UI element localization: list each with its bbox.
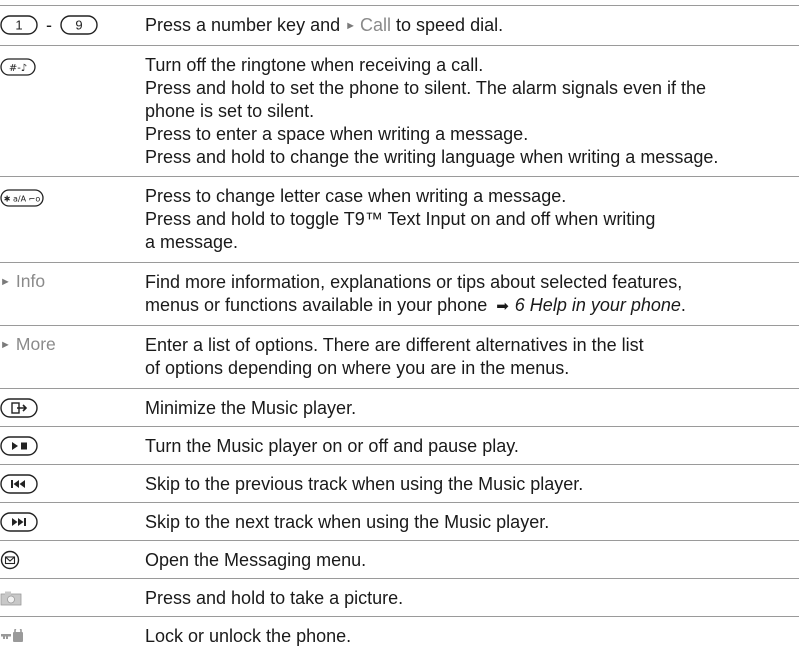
row-next-track-key: Skip to the next track when using the Mu… [0, 502, 799, 540]
description-line: Enter a list of options. There are diffe… [145, 335, 644, 355]
row-description: Turn the Music player on or off and paus… [145, 427, 799, 466]
softkey-arrow-icon: ► [0, 276, 11, 288]
description-line: Skip to the next track when using the Mu… [145, 512, 550, 532]
row-minimize-key: Minimize the Music player. [0, 388, 799, 426]
row-description: Press a number key and ► Call to speed di… [145, 6, 799, 48]
row-more-softkey: ► More Enter a list of options. There are… [0, 325, 799, 388]
softkey-arrow-icon: ► [0, 339, 11, 351]
row-star-key: ✱ a/A ⌐o Press to change letter case whe… [0, 176, 799, 262]
row-play-pause-key: Turn the Music player on or off and paus… [0, 426, 799, 464]
key-cell [0, 503, 145, 532]
svg-text:✱ a/A ⌐o: ✱ a/A ⌐o [4, 195, 41, 204]
description-line: Press and hold to set the phone to silen… [145, 78, 707, 98]
description-line: menus or functions available in your pho… [145, 295, 686, 315]
description-line: Find more information, explanations or t… [145, 272, 683, 292]
row-hash-key: #-♪ Turn off the ringtone when receiving… [0, 45, 799, 176]
reference-arrow-icon: ➡ [496, 298, 509, 315]
row-description: Find more information, explanations or t… [145, 263, 799, 326]
row-description: Press to change letter case when writing… [145, 177, 799, 262]
messaging-key-icon [0, 550, 20, 570]
row-description: Open the Messaging menu. [145, 541, 799, 580]
key-cell [0, 427, 145, 456]
key-cell: ► Info [0, 263, 145, 296]
description-line: of options depending on where you are in… [145, 358, 570, 378]
description-line: Lock or unlock the phone. [145, 626, 352, 646]
description-line: Skip to the previous track when using th… [145, 474, 584, 494]
camera-key-icon [0, 590, 22, 606]
call-softkey: ► Call [345, 15, 392, 35]
svg-text:#-♪: #-♪ [9, 63, 27, 74]
row-speed-dial: 1 - 9 Press a number key and ► Call to sp… [0, 5, 799, 45]
description-line: phone is set to silent. [145, 101, 315, 121]
row-description: Skip to the previous track when using th… [145, 465, 799, 504]
description-line: Minimize the Music player. [145, 398, 357, 418]
key-cell [0, 617, 145, 643]
row-lock-key: Lock or unlock the phone. [0, 616, 799, 654]
minimize-key-icon [0, 398, 38, 418]
key-cell [0, 389, 145, 418]
description-line: Open the Messaging menu. [145, 550, 367, 570]
description-line: Press and hold to change the writing lan… [145, 147, 719, 167]
star-key-icon: ✱ a/A ⌐o [0, 189, 44, 207]
more-softkey: ► More [0, 334, 56, 354]
previous-track-key-icon [0, 474, 38, 494]
lock-key-icon [0, 629, 24, 643]
description-line: Turn the Music player on or off and paus… [145, 436, 519, 456]
key-cell [0, 465, 145, 494]
key-1-icon: 1 [0, 15, 38, 35]
next-track-key-icon [0, 512, 38, 532]
info-softkey: ► Info [0, 271, 46, 291]
description-line: Press to change letter case when writing… [145, 186, 567, 206]
key-cell: ✱ a/A ⌐o [0, 177, 145, 207]
row-description: Lock or unlock the phone. [145, 617, 799, 656]
row-description: Press and hold to take a picture. [145, 579, 799, 618]
key-cell: #-♪ [0, 46, 145, 76]
description-line: Turn off the ringtone when receiving a c… [145, 55, 484, 75]
row-messaging-key: Open the Messaging menu. [0, 540, 799, 578]
key-cell: ► More [0, 326, 145, 359]
key-cell [0, 579, 145, 606]
svg-text:1: 1 [15, 18, 22, 33]
key-cell [0, 541, 145, 570]
key-9-icon: 9 [60, 15, 98, 35]
key-reference-table: 1 - 9 Press a number key and ► Call to sp… [0, 5, 799, 654]
description-line: Press and hold to toggle T9™ Text Input … [145, 209, 656, 229]
description-line: a message. [145, 232, 239, 252]
row-description: Enter a list of options. There are diffe… [145, 326, 799, 388]
row-info-softkey: ► Info Find more information, explanation… [0, 262, 799, 325]
hash-key-icon: #-♪ [0, 58, 36, 76]
description-line: Press to enter a space when writing a me… [145, 124, 529, 144]
play-pause-key-icon [0, 436, 38, 456]
help-reference-link[interactable]: 6 Help in your phone [515, 295, 681, 315]
description-line: Press and hold to take a picture. [145, 588, 404, 608]
description-line: Press a number key and ► Call to speed di… [145, 15, 504, 35]
key-separator: - [46, 15, 52, 35]
row-description: Turn off the ringtone when receiving a c… [145, 46, 799, 177]
softkey-arrow-icon: ► [345, 20, 356, 32]
row-camera-key: Press and hold to take a picture. [0, 578, 799, 616]
svg-text:9: 9 [75, 18, 82, 33]
key-cell: 1 - 9 [0, 6, 145, 35]
row-description: Minimize the Music player. [145, 389, 799, 428]
row-description: Skip to the next track when using the Mu… [145, 503, 799, 542]
row-previous-track-key: Skip to the previous track when using th… [0, 464, 799, 502]
